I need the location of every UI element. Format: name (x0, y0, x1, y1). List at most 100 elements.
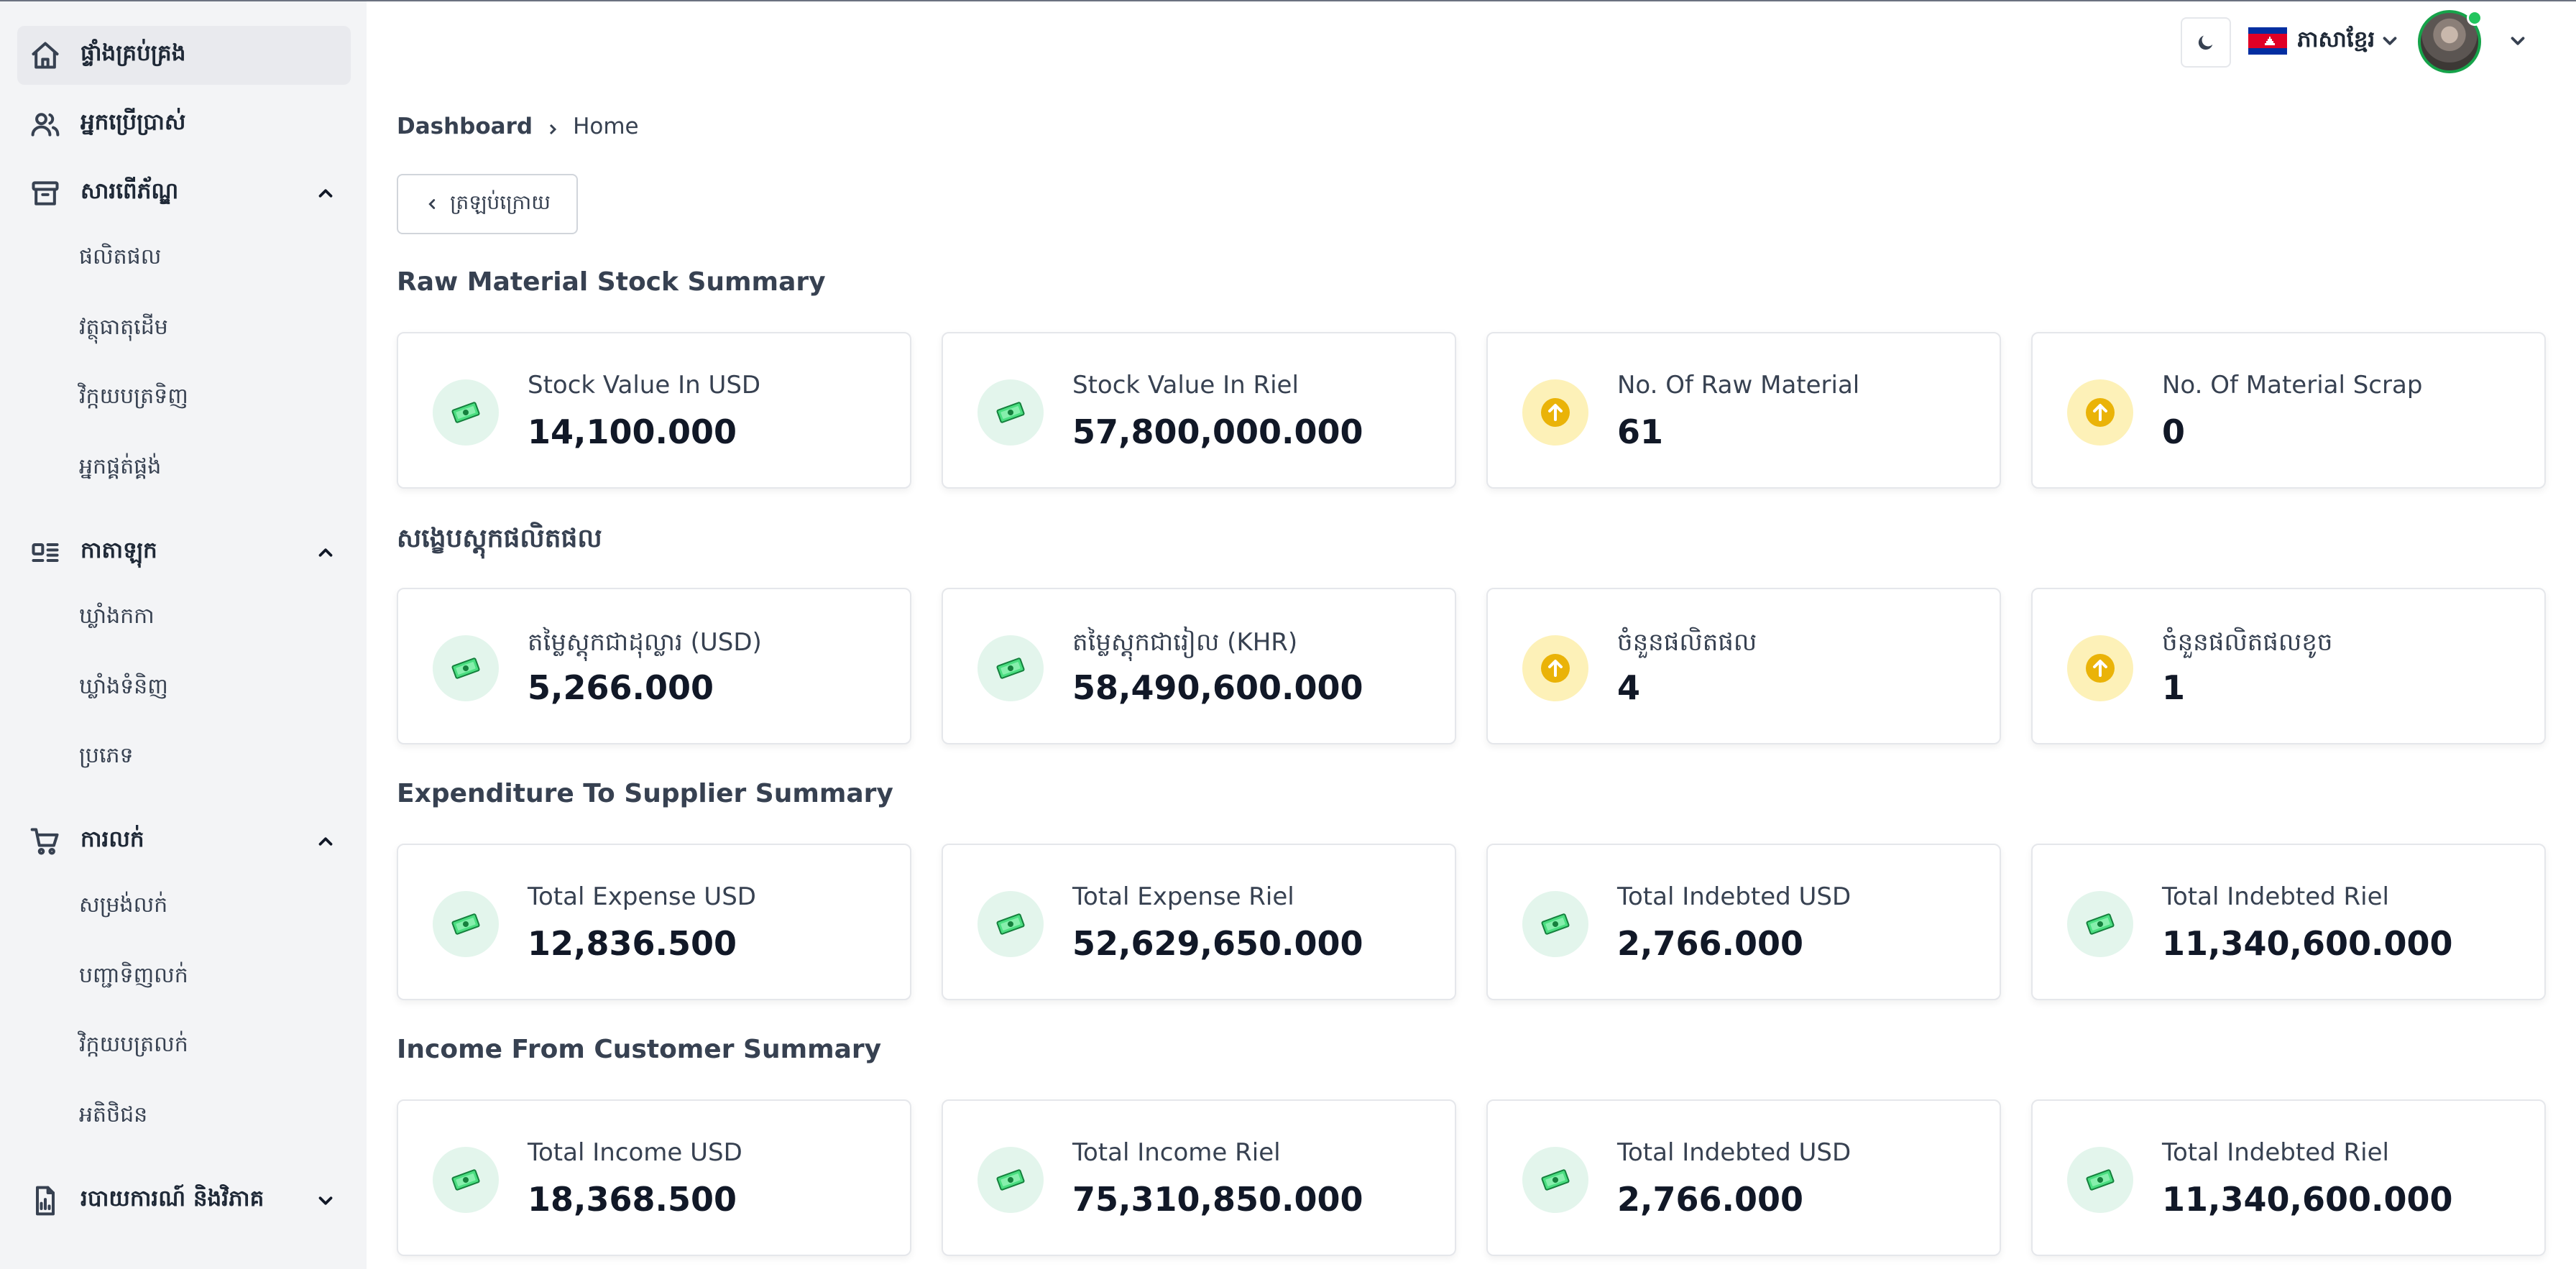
section-title-raw-material: Raw Material Stock Summary (397, 267, 826, 297)
stat-value: 2,766.000 (1617, 1180, 1803, 1219)
home-icon (29, 39, 62, 72)
stat-label: ចំនួនផលិតផល (1617, 628, 1757, 657)
stat-label: Stock Value In USD (528, 371, 761, 400)
sidebar-subitem-quotations[interactable]: សម្រង់លក់ (79, 891, 167, 923)
cambodia-flag-icon[interactable] (2248, 27, 2287, 55)
section-title-expenditure: Expenditure To Supplier Summary (397, 779, 893, 808)
stat-value: 57,800,000.000 (1072, 412, 1363, 451)
users-icon (29, 108, 62, 141)
chevron-up-icon[interactable] (315, 542, 336, 563)
stat-label: Total Income Riel (1072, 1138, 1281, 1167)
stat-value: 11,340,600.000 (2162, 924, 2453, 963)
stat-card: Total Income USD 18,368.500 (397, 1099, 911, 1256)
sidebar-subitem-goods-warehouse[interactable]: ឃ្លាំងទំនិញ (79, 673, 168, 704)
money-icon (2067, 891, 2133, 957)
stat-label: Total Indebted Riel (2162, 882, 2389, 911)
stat-value: 11,340,600.000 (2162, 1180, 2453, 1219)
language-label[interactable]: ភាសាខ្មែរ (2297, 26, 2375, 58)
stat-label: Total Income USD (528, 1138, 742, 1167)
sidebar-item-label: អ្នកប្រើប្រាស់ (80, 109, 186, 135)
section-title-product-stock: សង្ខេបស្តុកផលិតផល (397, 524, 602, 553)
sidebar: ផ្ទាំងគ្រប់គ្រង អ្នកប្រើប្រាស់ សារពើភ័ណ្… (0, 1, 367, 1269)
stat-card: ចំនួនផលិតផល 4 (1486, 588, 2001, 744)
stat-value: 5,266.000 (528, 668, 714, 707)
stat-card: Total Income Riel 75,310,850.000 (942, 1099, 1456, 1256)
sidebar-item-reports[interactable]: របាយការណ៍ និងវិភាគ (17, 1171, 351, 1230)
stat-card: តម្លៃស្តុកជាដុល្លារ (USD) 5,266.000 (397, 588, 911, 744)
arrow-up-icon (2067, 635, 2133, 701)
chevron-down-icon[interactable] (2379, 30, 2401, 52)
breadcrumb-current: Home (573, 114, 639, 139)
breadcrumb-dashboard-link[interactable]: Dashboard (397, 114, 533, 139)
stat-label: Total Expense Riel (1072, 882, 1294, 911)
stat-label: តម្លៃស្តុកជាដុល្លារ (USD) (528, 628, 762, 657)
chevron-up-icon[interactable] (315, 831, 336, 852)
sidebar-item-label: សារពើភ័ណ្ឌ (80, 177, 179, 204)
sidebar-item-users[interactable]: អ្នកប្រើប្រាស់ (17, 95, 351, 154)
sidebar-subitem-purchase-invoices[interactable]: វិក្កយបត្រទិញ (79, 382, 188, 414)
section-title-income: Income From Customer Summary (397, 1035, 882, 1064)
sidebar-subitem-sales-invoices[interactable]: វិក្កយបត្រលក់ (79, 1030, 188, 1062)
money-icon (433, 379, 499, 446)
stat-card: Stock Value In USD 14,100.000 (397, 332, 911, 489)
money-icon (978, 379, 1044, 446)
back-button[interactable]: ត្រឡប់ក្រោយ (397, 174, 578, 234)
stat-value: 0 (2162, 412, 2186, 451)
stat-value: 14,100.000 (528, 412, 737, 451)
stat-card: Total Indebted USD 2,766.000 (1486, 844, 2001, 1000)
stat-label: តម្លៃស្តុកជារៀល (KHR) (1072, 628, 1298, 657)
stat-value: 58,490,600.000 (1072, 668, 1363, 707)
sidebar-item-catalog[interactable]: កាតាឡុក (17, 523, 351, 582)
cart-icon (29, 825, 62, 858)
money-icon (978, 1147, 1044, 1213)
stat-label: Total Expense USD (528, 882, 756, 911)
stat-card: Total Indebted Riel 11,340,600.000 (2031, 1099, 2546, 1256)
back-button-label: ត្រឡប់ក្រោយ (450, 190, 551, 213)
sidebar-subitem-warehouse[interactable]: ឃ្លាំងកកា (79, 602, 155, 634)
stat-card: No. Of Raw Material 61 (1486, 332, 2001, 489)
sidebar-item-inventory[interactable]: សារពើភ័ណ្ឌ (17, 164, 351, 223)
online-status-dot (2467, 10, 2483, 26)
sidebar-subitem-suppliers[interactable]: អ្នកផ្គត់ផ្គង់ (79, 453, 161, 484)
money-icon (1522, 891, 1588, 957)
stat-card: Total Indebted USD 2,766.000 (1486, 1099, 2001, 1256)
stat-value: 4 (1617, 668, 1641, 707)
catalog-icon (29, 536, 62, 569)
stat-value: 61 (1617, 412, 1664, 451)
stat-label: Total Indebted USD (1617, 882, 1852, 911)
sidebar-item-sales[interactable]: ការលក់ (17, 812, 351, 871)
sidebar-subitem-sales-orders[interactable]: បញ្ជាទិញលក់ (79, 961, 188, 993)
chevron-down-icon[interactable] (2507, 30, 2529, 52)
money-icon (433, 635, 499, 701)
stat-value: 2,766.000 (1617, 924, 1803, 963)
sidebar-subitem-products[interactable]: ផលិតផល (79, 243, 161, 274)
stat-value: 12,836.500 (528, 924, 737, 963)
sidebar-subitem-customers[interactable]: អតិថិជន (79, 1101, 147, 1132)
sidebar-item-label: កាតាឡុក (80, 537, 157, 563)
sidebar-item-dashboard[interactable]: ផ្ទាំងគ្រប់គ្រង (17, 26, 351, 85)
arrow-up-icon (1522, 379, 1588, 446)
sidebar-item-label: របាយការណ៍ និងវិភាគ (80, 1185, 264, 1212)
stat-card: Stock Value In Riel 57,800,000.000 (942, 332, 1456, 489)
stat-card: តម្លៃស្តុកជារៀល (KHR) 58,490,600.000 (942, 588, 1456, 744)
stat-label: Total Indebted Riel (2162, 1138, 2389, 1167)
stat-label: No. Of Raw Material (1617, 371, 1860, 400)
moon-icon (2198, 35, 2213, 50)
stat-card: Total Indebted Riel 11,340,600.000 (2031, 844, 2546, 1000)
money-icon (433, 1147, 499, 1213)
stat-label: Total Indebted USD (1617, 1138, 1852, 1167)
report-icon (29, 1184, 62, 1217)
top-border (0, 0, 2576, 1)
sidebar-subitem-categories[interactable]: ប្រភេទ (79, 742, 134, 773)
chevron-up-icon[interactable] (315, 183, 336, 204)
sidebar-subitem-raw-materials[interactable]: វត្ថុធាតុដើម (79, 313, 168, 345)
money-icon (433, 891, 499, 957)
theme-toggle-button[interactable] (2181, 17, 2231, 68)
breadcrumb: Dashboard Home (397, 114, 639, 139)
stat-label: No. Of Material Scrap (2162, 371, 2423, 400)
chevron-down-icon[interactable] (315, 1190, 336, 1212)
stat-value: 18,368.500 (528, 1180, 737, 1219)
money-icon (978, 891, 1044, 957)
sidebar-item-label: ការលក់ (80, 826, 144, 852)
sidebar-item-label: ផ្ទាំងគ្រប់គ្រង (80, 40, 186, 66)
